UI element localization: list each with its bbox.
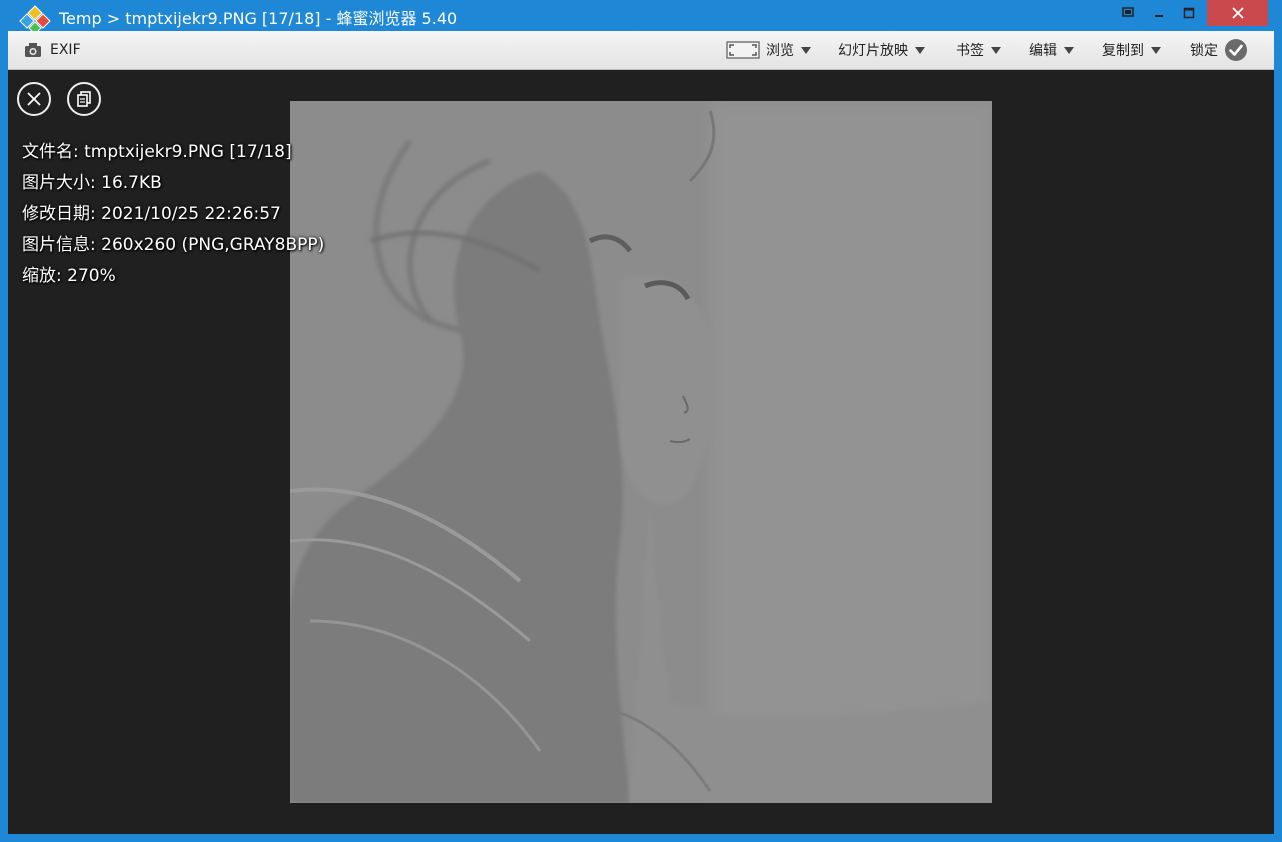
info-imageinfo: 图片信息: 260x260 (PNG,GRAY8BPP) xyxy=(22,235,325,255)
image-info-overlay: 文件名: tmptxijekr9.PNG [17/18] 图片大小: 16.7K… xyxy=(22,137,324,292)
copy-to-menu[interactable]: 复制到 xyxy=(1102,31,1161,69)
minimize-icon xyxy=(1155,15,1163,17)
dropdown-arrow-icon xyxy=(801,46,811,54)
toolbar: EXIF 浏览 幻灯片放映 书签 编辑 复制到 锁定 xyxy=(8,31,1274,70)
exif-label: EXIF xyxy=(50,42,81,58)
copy-icon xyxy=(77,91,91,107)
lock-button[interactable]: 锁定 xyxy=(1190,31,1248,69)
copy-image-button[interactable] xyxy=(67,82,101,116)
info-filename: 文件名: tmptxijekr9.PNG [17/18] xyxy=(22,142,292,162)
check-circle-icon xyxy=(1225,39,1247,61)
edit-menu[interactable]: 编辑 xyxy=(1029,31,1074,69)
fullscreen-icon xyxy=(726,41,760,59)
lock-label: 锁定 xyxy=(1190,43,1218,59)
pin-button[interactable] xyxy=(1113,0,1143,26)
bookmark-label: 书签 xyxy=(956,43,984,59)
copy-to-label: 复制到 xyxy=(1102,43,1144,59)
title-bar[interactable]: Temp > tmptxijekr9.PNG [17/18] - 蜂蜜浏览器 5… xyxy=(0,0,1282,34)
camera-icon xyxy=(25,43,41,57)
dropdown-arrow-icon xyxy=(915,46,925,54)
browse-label: 浏览 xyxy=(766,43,794,59)
displayed-image xyxy=(290,101,992,803)
dropdown-arrow-icon xyxy=(1064,46,1074,54)
honeyview-logo-icon xyxy=(19,5,51,34)
slideshow-label: 幻灯片放映 xyxy=(838,43,908,59)
maximize-icon xyxy=(1183,7,1195,19)
dropdown-arrow-icon xyxy=(991,46,1001,54)
edit-label: 编辑 xyxy=(1029,43,1057,59)
info-filesize: 图片大小: 16.7KB xyxy=(22,173,162,193)
close-icon xyxy=(1231,7,1244,19)
dropdown-arrow-icon xyxy=(1151,46,1161,54)
sketch-image xyxy=(290,101,992,803)
maximize-button[interactable] xyxy=(1174,0,1204,26)
window-title: Temp > tmptxijekr9.PNG [17/18] - 蜂蜜浏览器 5… xyxy=(59,9,458,28)
bookmark-menu[interactable]: 书签 xyxy=(956,31,1001,69)
app-window: Temp > tmptxijekr9.PNG [17/18] - 蜂蜜浏览器 5… xyxy=(0,0,1282,842)
close-icon xyxy=(27,92,41,106)
image-viewer[interactable]: 文件名: tmptxijekr9.PNG [17/18] 图片大小: 16.7K… xyxy=(8,70,1274,834)
exif-button[interactable]: EXIF xyxy=(24,31,81,69)
pin-icon xyxy=(1122,7,1134,17)
minimize-button[interactable] xyxy=(1144,0,1174,26)
info-modified: 修改日期: 2021/10/25 22:26:57 xyxy=(22,204,281,224)
close-button[interactable] xyxy=(1207,0,1268,26)
close-viewer-button[interactable] xyxy=(17,82,51,116)
slideshow-menu[interactable]: 幻灯片放映 xyxy=(838,31,925,69)
info-zoom: 缩放: 270% xyxy=(22,266,116,286)
browse-menu[interactable]: 浏览 xyxy=(726,31,811,69)
